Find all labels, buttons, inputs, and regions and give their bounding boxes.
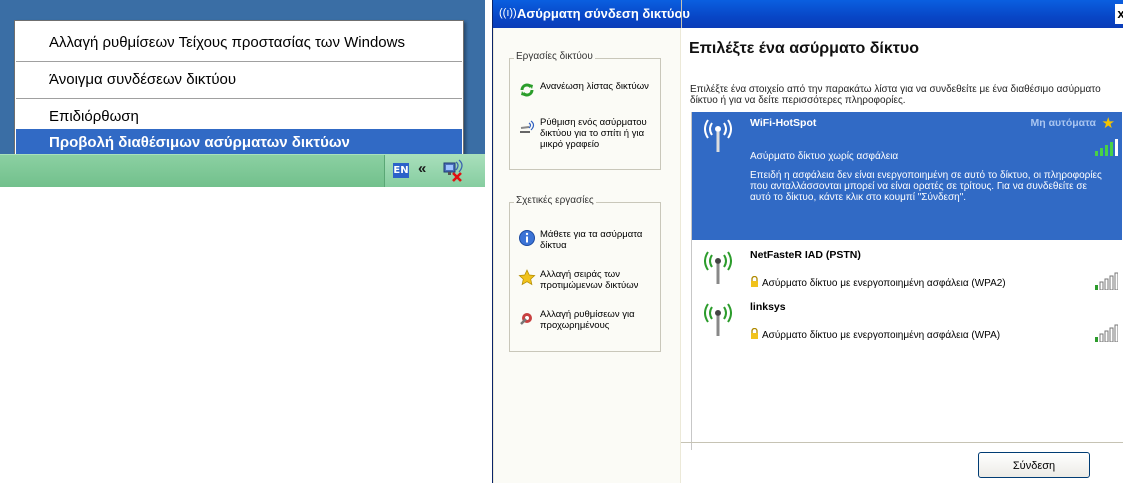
wireless-antenna-icon — [704, 303, 732, 336]
wireless-antenna-icon — [704, 251, 732, 284]
network-name: linksys — [750, 301, 786, 313]
wireless-setup-icon — [520, 120, 535, 133]
network-name: NetFasteR IAD (PSTN) — [750, 249, 861, 261]
info-icon — [519, 230, 535, 246]
signal-strength-icon — [1095, 272, 1118, 290]
task-label: Αλλαγή ρυθμίσεων για προχωρημένους — [540, 309, 635, 331]
menu-item-view-wireless-networks[interactable]: Προβολή διαθέσιμων ασύρματων δικτύων — [16, 129, 462, 157]
taskbar: EN « — [0, 154, 485, 187]
task-pane: Εργασίες δικτύου Ανανέωση λίστας δικτύων — [494, 28, 680, 483]
button-area-separator — [681, 442, 1123, 443]
security-status: Ασύρματο δίκτυο με ενεργοποιημένη ασφάλε… — [762, 330, 1001, 341]
show-hidden-icons-button[interactable]: « — [418, 160, 426, 177]
network-disconnected-icon[interactable] — [441, 158, 465, 182]
menu-item-open-network-connections[interactable]: Άνοιγμα συνδέσεων δικτύου — [16, 66, 462, 94]
security-status: Ασύρματο δίκτυο με ενεργοποιημένη ασφάλε… — [762, 278, 1006, 289]
refresh-icon — [520, 83, 534, 97]
desktop-area: Αλλαγή ρυθμίσεων Τείχους προστασίας των … — [0, 0, 485, 187]
task-label: Ρύθμιση ενός ασύρματου δικτύου για το σπ… — [540, 117, 647, 150]
wireless-icon: ((ı)) — [499, 7, 517, 19]
group-title: Εργασίες δικτύου — [514, 51, 595, 62]
security-warning: Επειδή η ασφάλεια δεν είναι ενεργοποιημέ… — [750, 170, 1102, 203]
window-title: Ασύρματη σύνδεση δικτύου — [517, 6, 690, 21]
network-name: WiFi-HotSpot — [750, 117, 817, 129]
network-tasks-group: Εργασίες δικτύου Ανανέωση λίστας δικτύων — [509, 51, 661, 170]
group-title: Σχετικές εργασίες — [514, 195, 596, 206]
menu-separator — [16, 98, 462, 99]
settings-icon — [520, 313, 532, 325]
network-item-linksys[interactable]: linksys Ασύρματο δίκτυο με ενεργοποιημέν… — [692, 296, 1122, 348]
signal-strength-icon — [1095, 139, 1118, 156]
security-status: Ασύρματο δίκτυο χωρίς ασφάλεια — [750, 151, 899, 162]
task-label: Αλλαγή σειράς των προτιμώμενων δικτύων — [540, 269, 639, 291]
language-indicator[interactable]: EN — [393, 163, 409, 178]
star-icon — [518, 269, 536, 286]
network-item-netfaster[interactable]: NetFasteR IAD (PSTN) Ασύρματο δίκτυο με … — [692, 244, 1122, 296]
lock-icon — [751, 328, 758, 339]
instructions: Επιλέξτε ένα στοιχείο από την παρακάτω λ… — [690, 84, 1101, 106]
network-list: WiFi-HotSpot Μη αυτόματα ★ Ασύρματο δίκτ… — [691, 112, 1122, 450]
tray-context-menu: Αλλαγή ρυθμίσεων Τείχους προστασίας των … — [14, 20, 464, 159]
main-pane: Επιλέξτε ένα ασύρματο δίκτυο Επιλέξτε έν… — [681, 28, 1123, 483]
signal-strength-icon — [1095, 324, 1118, 342]
task-label: Μάθετε για τα ασύρματα δίκτυα — [540, 229, 643, 251]
page-title: Επιλέξτε ένα ασύρματο δίκτυο — [689, 40, 920, 57]
title-bar[interactable]: ((ı)) Ασύρματη σύνδεση δικτύου x — [493, 0, 1123, 28]
menu-item-repair[interactable]: Επιδιόρθωση — [16, 103, 462, 131]
related-tasks-group: Σχετικές εργασίες Μάθετε για τα ασύρματα… — [509, 195, 661, 352]
system-tray: EN « — [384, 155, 485, 187]
menu-separator — [16, 61, 462, 62]
preferred-star-icon: ★ — [1101, 115, 1115, 132]
close-button[interactable]: x — [1115, 4, 1123, 24]
wireless-antenna-icon — [704, 119, 732, 152]
connection-mode: Μη αυτόματα — [1030, 117, 1096, 129]
network-item-wifi-hotspot[interactable]: WiFi-HotSpot Μη αυτόματα ★ Ασύρματο δίκτ… — [692, 112, 1122, 240]
connect-button[interactable]: Σύνδεση — [978, 452, 1090, 478]
wireless-network-dialog: ((ı)) Ασύρματη σύνδεση δικτύου x Εργασίε… — [492, 0, 1123, 483]
lock-icon — [751, 276, 758, 287]
menu-item-firewall-settings[interactable]: Αλλαγή ρυθμίσεων Τείχους προστασίας των … — [16, 29, 462, 57]
task-label: Ανανέωση λίστας δικτύων — [540, 81, 649, 92]
